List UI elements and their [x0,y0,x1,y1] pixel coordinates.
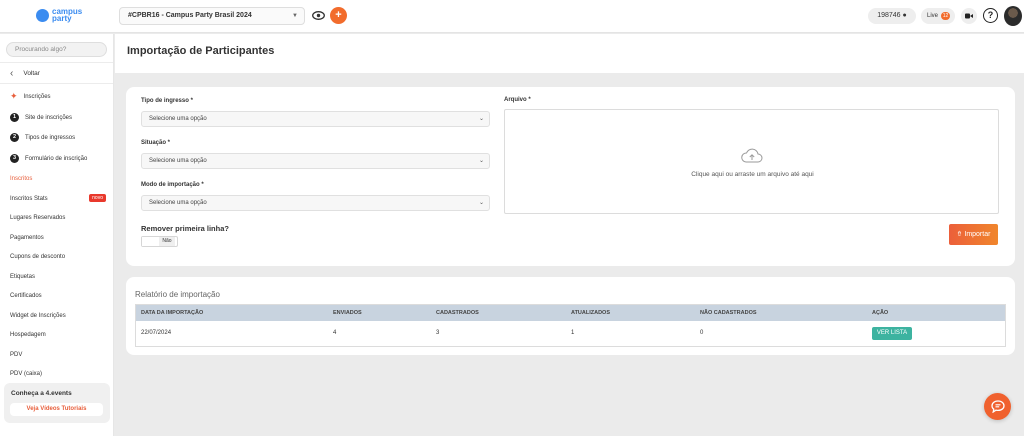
import-report-card: Relatório de importação Data da importaç… [126,277,1015,355]
cell-registered: 3 [436,330,440,336]
import-form-card: Tipo de ingresso * Selecione uma opção ⌄… [126,87,1015,266]
users-icon: ● [902,12,907,19]
step-number: 3 [10,154,19,163]
eye-icon[interactable] [311,8,325,22]
sidebar-step-form[interactable]: 3 Formulário de inscrição [0,149,113,168]
chevron-down-icon: ▼ [292,13,298,19]
ticket-type-label: Tipo de ingresso * [141,98,193,104]
top-bar: campus party #CPBR16 - Campus Party Bras… [0,0,1024,33]
upload-icon: ⇮ [956,231,963,238]
tutorials-button[interactable]: Veja Vídeos Tutoriais [10,403,103,416]
live-count-badge: 12 [941,12,950,20]
remove-first-line-label: Remover primeira linha? [141,224,229,233]
import-mode-select[interactable]: Selecione uma opção ⌄ [141,195,490,211]
chevron-down-icon: ⌄ [478,158,484,164]
cell-updated: 1 [571,330,575,336]
report-title: Relatório de importação [135,290,220,299]
search-input[interactable]: Procurando algo? [6,42,107,57]
avatar[interactable] [1004,6,1022,26]
chevron-left-icon: ‹ [10,67,14,79]
sidebar-step-tickets[interactable]: 2 Tipos de ingressos [0,128,113,147]
ticket-type-select[interactable]: Selecione uma opção ⌄ [141,111,490,127]
page-title: Importação de Participantes [127,45,275,57]
cloud-upload-icon [741,148,763,163]
event-select-value: #CPBR16 - Campus Party Brasil 2024 [128,12,252,19]
video-camera-icon[interactable] [961,8,977,24]
sidebar-item-inscritos-stats[interactable]: Inscritos Stats novo [0,189,113,208]
promo-title: Conheça a 4.events [11,390,72,397]
event-select[interactable]: #CPBR16 - Campus Party Brasil 2024 ▼ [119,7,305,25]
tutorials-promo: Conheça a 4.events Veja Vídeos Tutoriais [4,383,110,423]
sidebar-item-pagamentos[interactable]: Pagamentos [0,228,113,247]
cell-not-registered: 0 [700,330,704,336]
sidebar-section-label: Inscrições [23,93,51,100]
sidebar-item-pdv-caixa[interactable]: PDV (caixa) [0,364,113,383]
toggle-state-label: Não [159,237,175,246]
cell-date: 22/07/2024 [141,330,172,336]
import-mode-label: Modo de importação * [141,182,204,188]
chat-button[interactable] [984,393,1011,420]
column-header: Não cadastrados [700,310,757,316]
sidebar-step-site[interactable]: 1 Site de inscrições [0,108,113,127]
ticket-type-value: Selecione uma opção [149,116,207,122]
chevron-down-icon: ⌄ [478,116,484,122]
import-mode-value: Selecione uma opção [149,200,207,206]
report-table: Data da importação Enviados Cadastrados … [135,304,1006,347]
file-label: Arquivo * [504,97,531,103]
status-select[interactable]: Selecione uma opção ⌄ [141,153,490,169]
sidebar-item-widget[interactable]: Widget de Inscrições [0,306,113,325]
ticket-icon: ✦ [10,91,18,101]
import-button-label: Importar [964,231,991,238]
page-header: Importação de Participantes [115,34,1024,73]
column-header: Atualizados [571,310,611,316]
sidebar-item-hospedagem[interactable]: Hospedagem [0,325,113,344]
column-header: Data da importação [141,310,204,316]
sidebar-item-label: Tipos de ingressos [25,134,76,141]
dropzone-text: Clique aqui ou arraste um arquivo até aq… [691,171,814,178]
sidebar-item-certificados[interactable]: Certificados [0,286,113,305]
sidebar-item-cupons[interactable]: Cupons de desconto [0,247,113,266]
back-label: Voltar [23,69,40,77]
participant-count-badge[interactable]: 198746 ● [868,8,916,24]
view-list-button[interactable]: VER LISTA [872,327,912,340]
sidebar-item-label: Inscritos Stats [10,195,48,202]
step-number: 1 [10,113,19,122]
file-dropzone[interactable]: Clique aqui ou arraste um arquivo até aq… [504,109,999,214]
column-header: Ação [872,310,889,316]
sidebar: Procurando algo? ‹ Voltar ✦ Inscrições 1… [0,34,114,436]
live-label: Live [927,13,939,19]
back-link[interactable]: ‹ Voltar [0,62,113,84]
logo-text: campus party [52,7,83,23]
chevron-down-icon: ⌄ [478,200,484,206]
help-icon[interactable]: ? [983,8,998,23]
status-value: Selecione uma opção [149,158,207,164]
import-button[interactable]: ⇮ Importar [949,224,998,245]
step-number: 2 [10,133,19,142]
chat-icon [990,400,1005,413]
logo[interactable]: campus party [36,7,86,23]
sidebar-item-label: Formulário de inscrição [25,155,88,162]
sidebar-item-lugares-reservados[interactable]: Lugares Reservados [0,208,113,227]
sidebar-item-label: Site de inscrições [25,114,73,121]
sidebar-item-inscritos[interactable]: Inscritos [0,169,113,188]
toggle-knob [142,237,160,246]
participant-count: 198746 [877,12,901,19]
status-label: Situação * [141,140,171,146]
live-button[interactable]: Live 12 [921,8,955,24]
remove-first-line-toggle[interactable]: Não [141,236,178,247]
column-header: Cadastrados [436,310,479,316]
add-button[interactable]: + [330,7,347,24]
cell-sent: 4 [333,330,337,336]
sidebar-section-inscricoes[interactable]: ✦ Inscrições [0,87,113,106]
logo-mark-icon [36,8,49,22]
sidebar-item-pdv[interactable]: PDV [0,345,113,364]
new-badge: novo [89,194,106,202]
column-header: Enviados [333,310,362,316]
table-header: Data da importação Enviados Cadastrados … [136,305,1005,321]
sidebar-item-etiquetas[interactable]: Etiquetas [0,267,113,286]
